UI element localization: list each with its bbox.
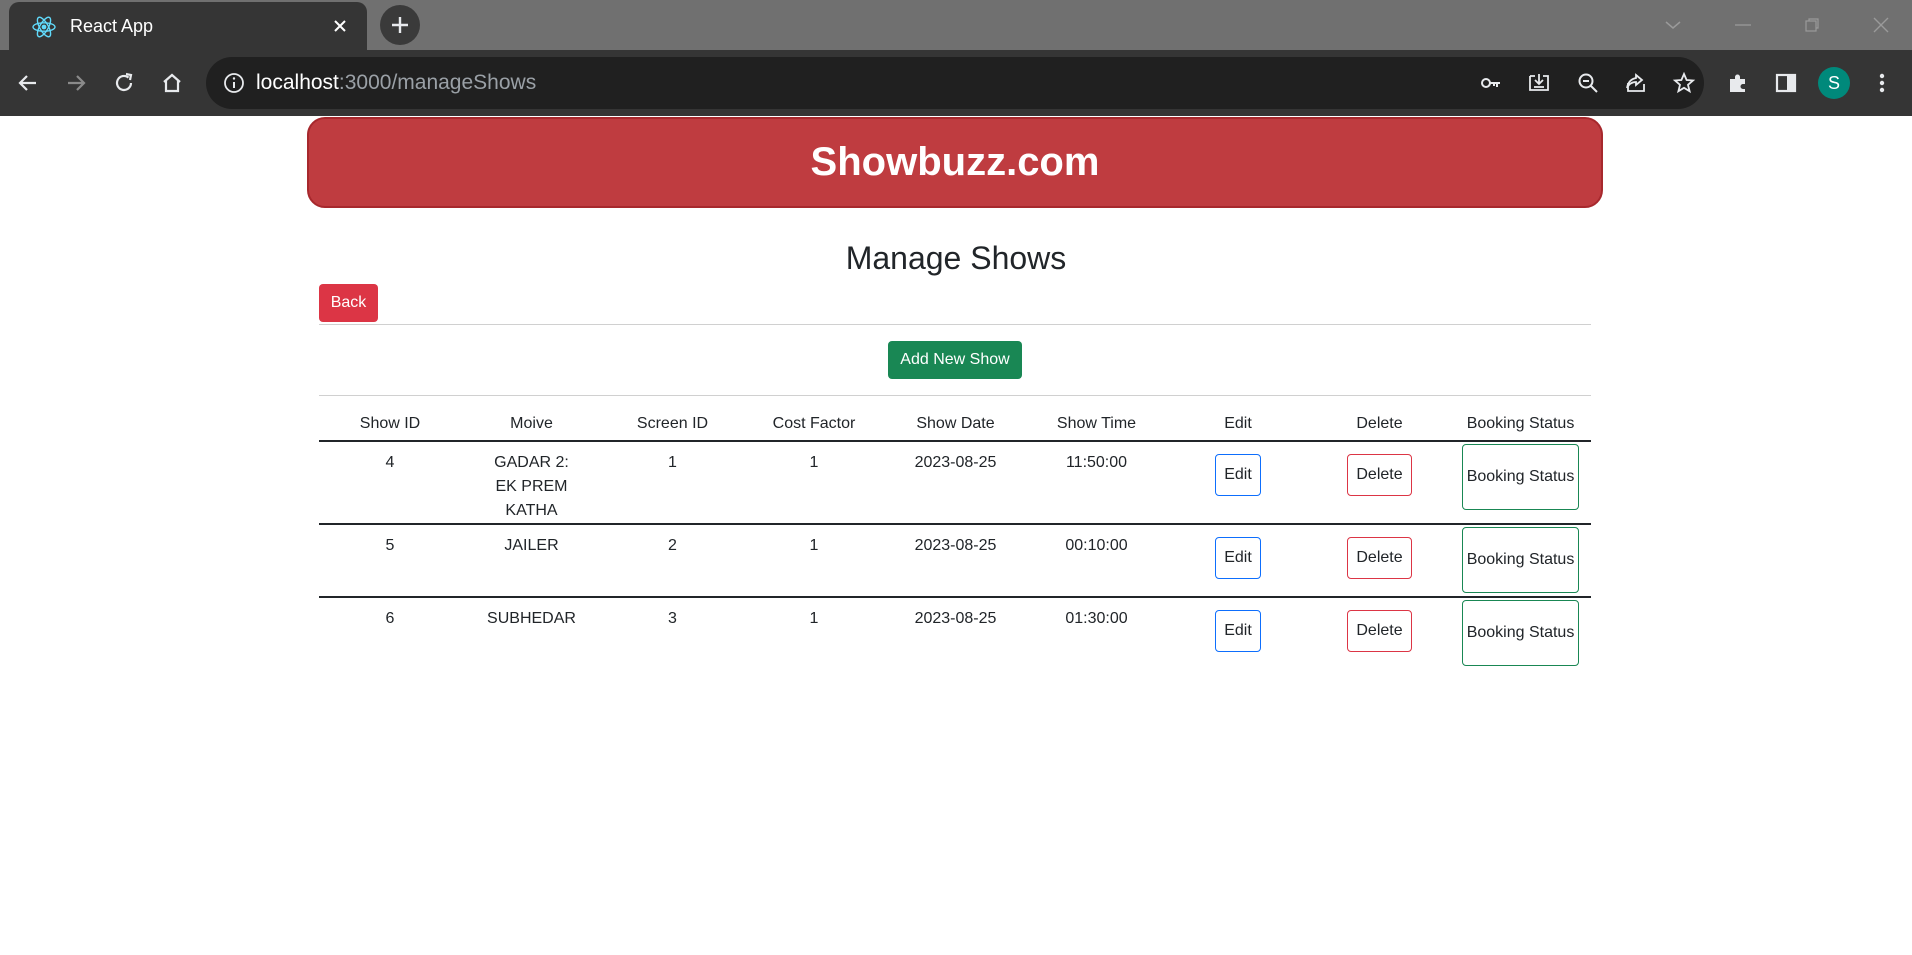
extensions-icon[interactable] <box>1723 68 1753 98</box>
cell-cost-factor: 1 <box>809 610 819 627</box>
info-icon[interactable] <box>222 71 246 95</box>
close-icon[interactable] <box>327 13 353 39</box>
cell-show-date: 2023-08-25 <box>885 524 1026 598</box>
movie-title: JAILER <box>504 537 559 554</box>
key-icon[interactable] <box>1478 70 1504 96</box>
cell-show-date: 2023-08-25 <box>914 610 997 627</box>
header-show-id: Show ID <box>319 411 461 442</box>
url-text[interactable]: localhost:3000/manageShows <box>256 71 536 95</box>
cell-screen-id: 1 <box>602 441 743 525</box>
forward-arrow-icon[interactable] <box>60 67 92 99</box>
cell-movie: JAILER <box>461 524 602 598</box>
movie-title: GADAR 2: EK PREM KATHA <box>494 454 569 519</box>
table-row: 4 GADAR 2: EK PREM KATHA 1 1 2023-08-25 … <box>319 441 1591 525</box>
minimize-icon[interactable] <box>1728 10 1758 40</box>
divider <box>319 324 1591 325</box>
booking-status-button[interactable]: Booking Status <box>1462 444 1579 510</box>
page-title: Manage Shows <box>845 240 1067 276</box>
edit-button[interactable]: Edit <box>1215 537 1261 579</box>
table-row: 5 JAILER 2 1 2023-08-25 00:10:00 Edit De… <box>319 524 1591 598</box>
url-host: localhost <box>256 71 339 94</box>
cell-edit: Edit <box>1167 524 1309 598</box>
header-movie: Moive <box>461 411 602 442</box>
cell-booking-status: Booking Status <box>1450 524 1591 598</box>
cell-cost-factor: 1 <box>743 524 885 598</box>
brand-banner: Showbuzz.com <box>307 117 1603 208</box>
star-icon[interactable] <box>1671 70 1697 96</box>
browser-titlebar: React App <box>0 0 1912 50</box>
avatar[interactable]: S <box>1818 67 1850 99</box>
cell-show-time: 00:10:00 <box>1026 524 1167 598</box>
install-icon[interactable] <box>1526 70 1552 96</box>
movie-title: SUBHEDAR <box>487 610 576 627</box>
header-edit: Edit <box>1167 411 1309 442</box>
brand-title: Showbuzz.com <box>810 140 1100 184</box>
browser-toolbar: localhost:3000/manageShows S <box>0 50 1912 116</box>
url-path: :3000/manageShows <box>338 71 537 94</box>
header-delete: Delete <box>1309 411 1450 442</box>
cell-show-id: 5 <box>319 524 461 598</box>
cell-delete: Delete <box>1309 441 1450 525</box>
cell-movie: SUBHEDAR <box>461 597 602 670</box>
cell-screen-id: 2 <box>602 524 743 598</box>
browser-tab[interactable]: React App <box>9 2 367 50</box>
zoom-out-icon[interactable] <box>1575 70 1601 96</box>
side-panel-icon[interactable] <box>1771 68 1801 98</box>
table-header-row: Show ID Moive Screen ID Cost Factor Show… <box>319 411 1591 442</box>
header-cost-factor: Cost Factor <box>743 411 885 442</box>
shows-table: Show ID Moive Screen ID Cost Factor Show… <box>319 411 1591 670</box>
back-arrow-icon[interactable] <box>12 67 44 99</box>
cell-screen-id: 3 <box>668 610 677 627</box>
header-booking-status: Booking Status <box>1450 411 1591 442</box>
kebab-menu-icon[interactable] <box>1867 68 1897 98</box>
tab-title: React App <box>70 16 154 36</box>
cell-show-time: 01:30:00 <box>1065 610 1128 627</box>
back-button[interactable]: Back <box>319 284 378 322</box>
cell-show-time: 11:50:00 <box>1026 441 1167 525</box>
cell-edit: Edit <box>1167 441 1309 525</box>
add-new-show-button[interactable]: Add New Show <box>888 341 1022 379</box>
table-row: 6 SUBHEDAR 3 1 2023-08-25 01:30:00 Edit … <box>319 597 1591 670</box>
edit-button[interactable]: Edit <box>1215 454 1261 496</box>
cell-movie: GADAR 2: EK PREM KATHA <box>461 441 602 525</box>
cell-cost-factor: 1 <box>743 441 885 525</box>
cell-delete: Delete <box>1309 524 1450 598</box>
plus-icon[interactable] <box>380 5 420 45</box>
divider <box>319 395 1591 396</box>
address-bar[interactable]: localhost:3000/manageShows <box>206 57 1704 109</box>
cell-show-id: 4 <box>319 441 461 525</box>
cell-booking-status: Booking Status <box>1450 441 1591 525</box>
react-favicon <box>32 16 56 38</box>
delete-button[interactable]: Delete <box>1347 454 1412 496</box>
restore-icon[interactable] <box>1797 10 1827 40</box>
delete-button[interactable]: Delete <box>1347 537 1412 579</box>
edit-button[interactable]: Edit <box>1215 610 1261 652</box>
reload-icon[interactable] <box>108 67 140 99</box>
header-show-date: Show Date <box>885 411 1026 442</box>
booking-status-button[interactable]: Booking Status <box>1462 527 1579 593</box>
cell-booking-status: Booking Status <box>1450 597 1591 670</box>
window-close-icon[interactable] <box>1866 10 1896 40</box>
cell-edit: Edit <box>1167 597 1309 670</box>
share-icon[interactable] <box>1623 70 1649 96</box>
header-screen-id: Screen ID <box>602 411 743 442</box>
cell-show-id: 6 <box>385 610 395 627</box>
booking-status-button[interactable]: Booking Status <box>1462 600 1579 666</box>
chevron-down-icon[interactable] <box>1658 10 1688 40</box>
home-icon[interactable] <box>156 67 188 99</box>
delete-button[interactable]: Delete <box>1347 610 1412 652</box>
cell-delete: Delete <box>1309 597 1450 670</box>
header-show-time: Show Time <box>1026 411 1167 442</box>
cell-show-date: 2023-08-25 <box>885 441 1026 525</box>
